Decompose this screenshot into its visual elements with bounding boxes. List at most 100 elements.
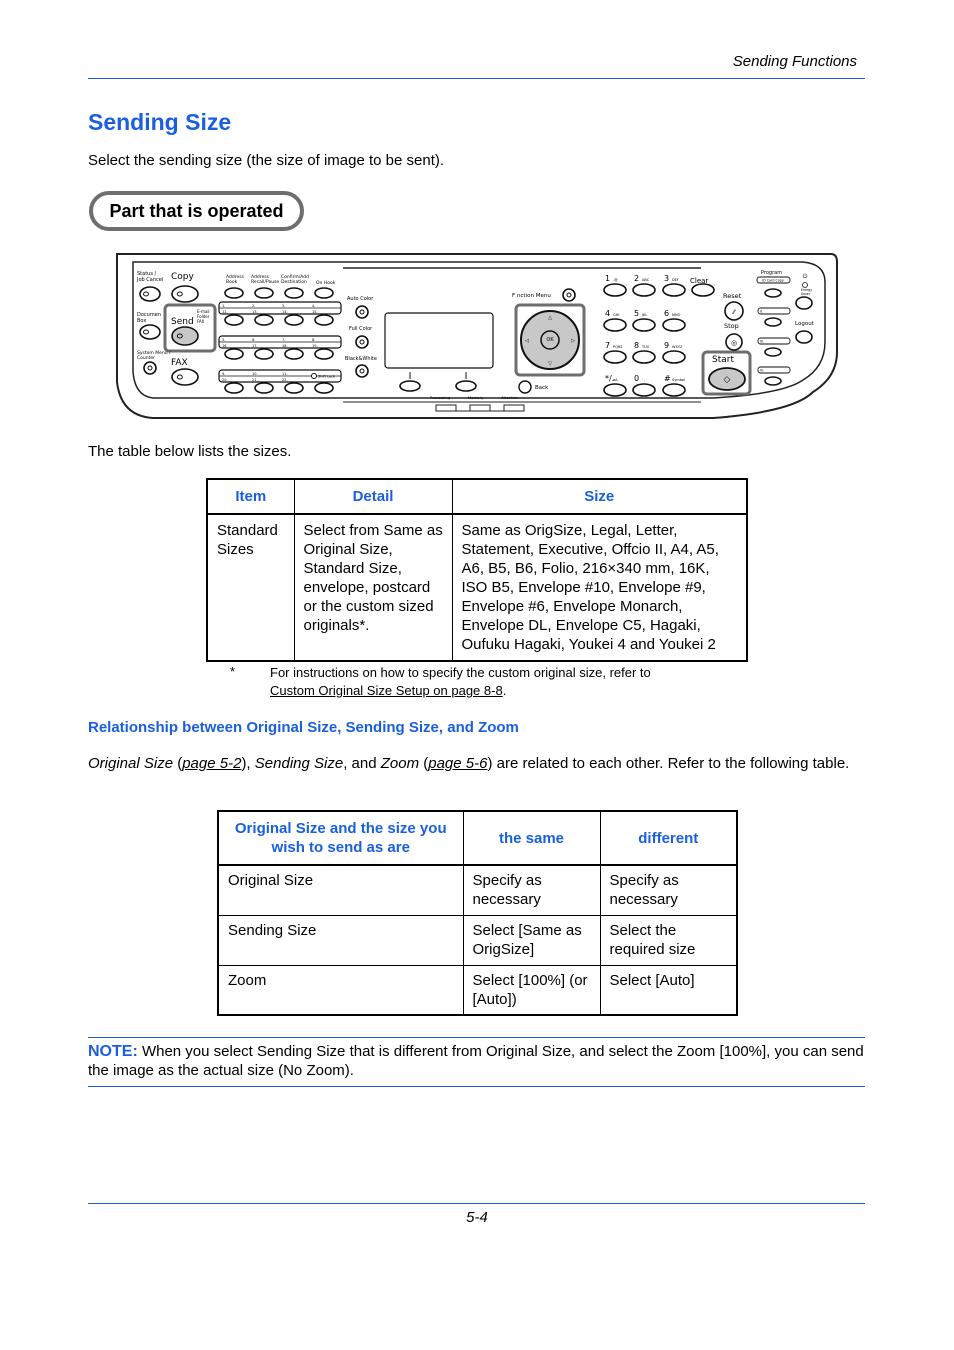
function-menu-button[interactable]	[562, 288, 576, 302]
keypad-key-6[interactable]	[662, 318, 686, 332]
stop-icon: ◎	[731, 339, 737, 347]
one-touch-number: 11.	[282, 372, 288, 376]
on-hook-label: On Hook	[316, 280, 336, 286]
one-touch-key[interactable]	[224, 314, 244, 326]
auto-color-button[interactable]	[355, 305, 369, 319]
cell-same: Select [100%] (or [Auto])	[462, 964, 600, 1015]
clear-button[interactable]	[691, 283, 715, 297]
table-header-row: Item Detail Size	[207, 479, 747, 515]
fax-label: FAX	[171, 358, 188, 368]
term-sending-size: Sending Size	[254, 755, 344, 772]
one-touch-number: 22.	[282, 378, 288, 382]
up-arrow-icon: △	[548, 315, 552, 321]
keypad-letters-label: · ,	[642, 378, 645, 382]
send-button[interactable]	[171, 326, 199, 346]
custom-size-setup-link[interactable]: Custom Original Size Setup on page 8-8	[270, 683, 503, 698]
left-soft-key[interactable]	[399, 380, 421, 392]
cell-item: Standard Sizes	[217, 522, 278, 558]
row-label: Sending Size	[218, 914, 463, 965]
right-arrow-icon: ▷	[571, 338, 575, 344]
keypad-key-0[interactable]	[632, 383, 656, 397]
one-touch-number: 1.	[222, 304, 225, 308]
address-recall-label: Recall/Pause	[251, 279, 279, 285]
keypad-key-8[interactable]	[632, 350, 656, 364]
keypad-letters-label: JKL	[641, 313, 647, 317]
one-touch-number: 18.	[282, 344, 288, 348]
keypad-key-1[interactable]	[603, 283, 627, 297]
keypad-key-7[interactable]	[603, 350, 627, 364]
column-header: the same	[462, 811, 600, 866]
keypad-letters-label: WXYZ	[672, 345, 683, 349]
keypad-letters-label: .@	[613, 278, 618, 282]
one-touch-number: 2.	[252, 304, 255, 308]
keypad-key-2[interactable]	[632, 283, 656, 297]
note: NOTE: When you select Sending Size that …	[88, 1042, 865, 1080]
left-arrow-icon: ◁	[525, 338, 529, 344]
power-icon: ⏻	[803, 273, 808, 280]
one-touch-key[interactable]	[314, 382, 334, 394]
text: (	[173, 755, 183, 772]
one-touch-number: 12.	[222, 310, 228, 314]
keypad-key-9[interactable]	[662, 350, 686, 364]
address-book-button[interactable]	[224, 287, 244, 299]
system-menu-label: Counter	[137, 355, 155, 361]
logout-button[interactable]	[795, 330, 813, 344]
column-header: different	[599, 811, 737, 866]
one-touch-key[interactable]	[254, 314, 274, 326]
one-touch-key[interactable]	[284, 382, 304, 394]
on-hook-button[interactable]	[314, 287, 334, 299]
start-label: Start	[712, 355, 734, 365]
cell-same: Specify as necessary	[462, 865, 600, 915]
program-key-IV.[interactable]	[764, 376, 782, 386]
text: ) are related to each other. Refer to th…	[487, 755, 850, 772]
one-touch-key[interactable]	[284, 314, 304, 326]
one-touch-key[interactable]	[284, 348, 304, 360]
keypad-key-5[interactable]	[632, 318, 656, 332]
footnote-mark: *	[230, 664, 236, 679]
one-touch-number: 4.	[312, 304, 315, 308]
column-header: Item	[207, 479, 294, 515]
row-label: Zoom	[218, 964, 463, 1015]
keypad-digit-label: 2	[634, 274, 639, 283]
program-key-label: II.	[760, 310, 763, 314]
right-soft-key[interactable]	[455, 380, 477, 392]
cell-same: Select [Same as OrigSize]	[462, 914, 600, 965]
running-header: Sending Functions	[732, 53, 857, 70]
full-color-button[interactable]	[355, 335, 369, 349]
cell-different: Select the required size	[599, 914, 737, 965]
black-white-button[interactable]	[355, 364, 369, 378]
page-5-6-link[interactable]: page 5-6	[428, 755, 487, 772]
confirm-add-destination-button[interactable]	[284, 287, 304, 299]
program-i-button[interactable]	[764, 288, 782, 298]
one-touch-key[interactable]	[254, 348, 274, 360]
address-recall-pause-button[interactable]	[254, 287, 274, 299]
auto-color-label: Auto Color	[347, 296, 374, 302]
intro-text: Select the sending size (the size of ima…	[88, 152, 445, 169]
table-row: Original Size Specify as necessary Speci…	[218, 865, 737, 915]
copy-button[interactable]	[171, 285, 199, 303]
keypad-key-3[interactable]	[662, 283, 686, 297]
keypad-key-4[interactable]	[603, 318, 627, 332]
keypad-letters-label: GHI	[613, 313, 619, 317]
part-operated-badge: Part that is operated	[89, 191, 304, 231]
fax-button[interactable]	[171, 368, 199, 386]
text: , and	[343, 755, 381, 772]
page-5-2-link[interactable]: page 5-2	[182, 755, 241, 772]
one-touch-number: 9.	[222, 372, 225, 376]
note-label: NOTE:	[88, 1043, 138, 1060]
keypad-key-*/.[interactable]	[603, 383, 627, 397]
keypad-letters-label: aA	[613, 378, 618, 382]
energy-saver-button[interactable]	[795, 296, 813, 310]
note-text: When you select Sending Size that is dif…	[88, 1043, 864, 1079]
one-touch-key[interactable]	[224, 348, 244, 360]
one-touch-key[interactable]	[314, 314, 334, 326]
one-touch-number: 21.	[252, 378, 258, 382]
system-menu-counter-button[interactable]	[143, 361, 157, 375]
keypad-key-#[interactable]	[662, 383, 686, 397]
one-touch-key[interactable]	[254, 382, 274, 394]
one-touch-key[interactable]	[224, 382, 244, 394]
one-touch-key[interactable]	[314, 348, 334, 360]
program-key-III.[interactable]	[764, 347, 782, 357]
back-button[interactable]	[518, 380, 532, 394]
program-key-II.[interactable]	[764, 317, 782, 327]
